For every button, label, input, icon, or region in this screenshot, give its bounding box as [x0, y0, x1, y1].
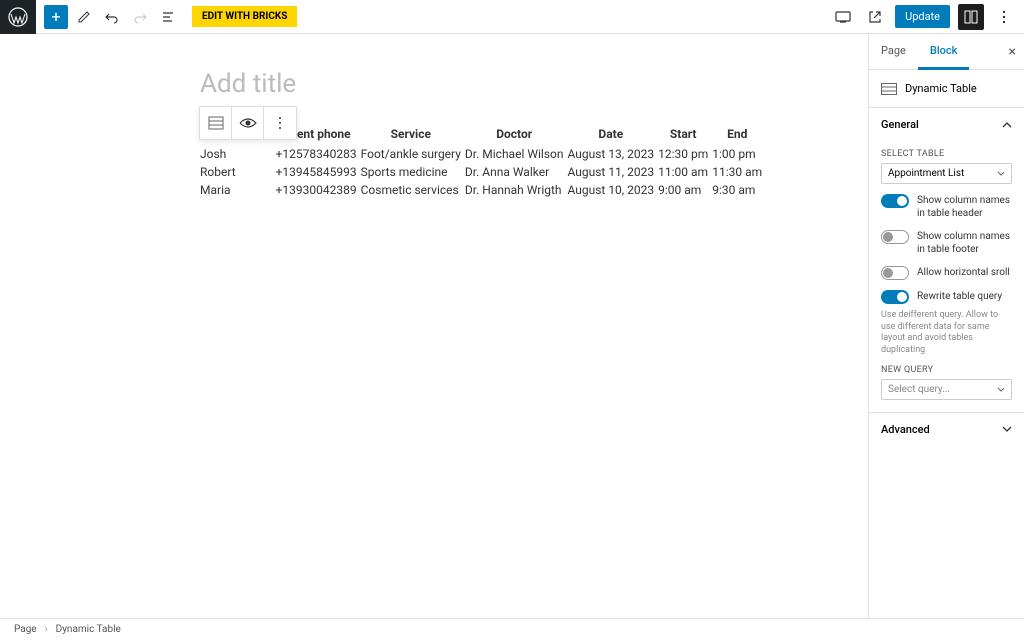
chevron-down-icon	[1002, 426, 1012, 432]
edit-with-bricks-button[interactable]: EDIT WITH BRICKS	[192, 6, 297, 27]
block-name-label: Dynamic Table	[905, 82, 977, 95]
chevron-up-icon	[1002, 122, 1012, 128]
more-icon[interactable]	[992, 5, 1016, 29]
sidebar-tabs: Page Block ×	[869, 34, 1024, 70]
undo-icon[interactable]	[100, 5, 124, 29]
close-icon[interactable]: ×	[1009, 44, 1016, 60]
wp-logo[interactable]	[0, 0, 36, 34]
col-header: Doctor	[465, 125, 568, 145]
document-outline-icon[interactable]	[156, 5, 180, 29]
col-header: End	[712, 125, 766, 145]
toggle-scroll-row: Allow horizontal sroll	[881, 266, 1012, 280]
toggle-footer-row: Show column names in table footer	[881, 230, 1012, 256]
table-icon	[881, 83, 897, 95]
settings-button[interactable]	[958, 4, 984, 30]
tab-block[interactable]: Block	[918, 34, 969, 70]
toggle-rewrite[interactable]	[881, 290, 909, 304]
new-query-label: NEW QUERY	[881, 365, 1012, 375]
edit-icon[interactable]	[72, 5, 96, 29]
external-link-icon[interactable]	[863, 5, 887, 29]
redo-icon[interactable]	[128, 5, 152, 29]
view-icon[interactable]	[831, 5, 855, 29]
toggle-header-row: Show column names in table header	[881, 194, 1012, 220]
table-row: Robert+13945845993Sports medicineDr. Ann…	[200, 163, 766, 181]
select-table-label: SELECT TABLE	[881, 149, 1012, 159]
crumb-current[interactable]: Dynamic Table	[56, 624, 121, 635]
toggle-rewrite-row: Rewrite table query	[881, 290, 1012, 304]
col-header: Service	[361, 125, 465, 145]
update-button[interactable]: Update	[895, 5, 950, 28]
tab-page[interactable]: Page	[869, 34, 918, 69]
add-block-button[interactable]: +	[44, 5, 68, 29]
main-area: Add title Patient name Patient phone Ser…	[0, 34, 1024, 618]
wordpress-icon	[8, 7, 28, 27]
panel-advanced-header[interactable]: Advanced	[869, 413, 1024, 446]
select-table-dropdown[interactable]: Appointment List	[881, 163, 1012, 184]
editor-canvas[interactable]: Add title Patient name Patient phone Ser…	[0, 34, 868, 618]
crumb-page[interactable]: Page	[14, 624, 37, 635]
toggle-scroll[interactable]	[881, 266, 909, 280]
toolbar-left: + EDIT WITH BRICKS	[36, 5, 297, 29]
chevron-down-icon	[997, 387, 1005, 392]
chevron-right-icon: ›	[45, 624, 48, 635]
block-type-icon[interactable]	[200, 107, 232, 139]
toolbar-right: Update	[831, 4, 1024, 30]
panel-general-body: SELECT TABLE Appointment List Show colum…	[869, 141, 1024, 412]
preview-icon[interactable]	[232, 107, 264, 139]
col-header: Start	[658, 125, 712, 145]
breadcrumb: Page › Dynamic Table	[0, 618, 1024, 640]
new-query-dropdown[interactable]: Select query...	[881, 379, 1012, 400]
table-row: Josh+12578340283Foot/ankle surgeryDr. Mi…	[200, 145, 766, 163]
settings-sidebar: Page Block × Dynamic Table General SELEC…	[868, 34, 1024, 618]
col-header: Date	[567, 125, 658, 145]
panel-general-header[interactable]: General	[869, 108, 1024, 141]
block-toolbar	[199, 106, 297, 140]
page-title-input[interactable]: Add title	[200, 69, 868, 99]
toggle-header[interactable]	[881, 194, 909, 208]
block-more-icon[interactable]	[264, 107, 296, 139]
block-name-row: Dynamic Table	[869, 70, 1024, 108]
chevron-down-icon	[997, 171, 1005, 176]
rewrite-help-text: Use deifferent query. Allow to use diffe…	[881, 310, 1012, 357]
top-toolbar: + EDIT WITH BRICKS Update	[0, 0, 1024, 34]
table-row: Maria+13930042389Cosmetic servicesDr. Ha…	[200, 181, 766, 199]
toggle-footer[interactable]	[881, 230, 909, 244]
